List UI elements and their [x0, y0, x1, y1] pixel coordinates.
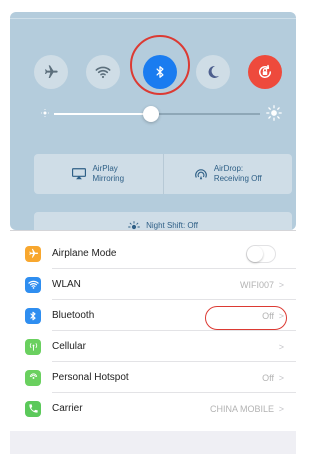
phone-icon — [25, 400, 41, 417]
row-label: Cellular — [52, 341, 86, 352]
airdrop-label: AirDrop: Receiving Off — [214, 164, 262, 184]
airdrop-icon — [195, 169, 207, 180]
chevron-right-icon: > — [278, 372, 284, 383]
settings-row-carrier[interactable]: Carrier CHINA MOBILE > — [10, 393, 296, 424]
cellular-icon — [25, 338, 41, 355]
airdrop-button[interactable]: AirDrop: Receiving Off — [162, 154, 293, 194]
list-footer — [10, 431, 296, 454]
settings-row-wlan[interactable]: WLAN WIFI007 > — [10, 269, 296, 300]
night-shift-button[interactable]: Night Shift: Off — [34, 212, 292, 230]
chevron-right-icon: > — [278, 279, 284, 290]
row-value: Off — [262, 372, 274, 383]
airdrop-line1: AirDrop: — [213, 164, 244, 173]
row-value: CHINA MOBILE — [209, 403, 274, 414]
row-label: Carrier — [52, 403, 83, 414]
brightness-low-icon — [41, 109, 49, 117]
brightness-slider-fill — [54, 113, 151, 115]
airplane-mode-switch[interactable] — [246, 244, 276, 263]
row-label: Bluetooth — [52, 310, 95, 321]
wifi-icon — [25, 276, 41, 293]
settings-row-personal-hotspot[interactable]: Personal Hotspot Off > — [10, 362, 296, 393]
bluetooth-off-highlight-oval — [205, 306, 287, 330]
cc-button-row: AirPlay Mirroring AirDrop: Receiving Off — [34, 154, 292, 194]
row-value: WIFI007 — [239, 279, 274, 290]
bluetooth-icon — [25, 307, 41, 324]
airplay-line1: AirPlay — [92, 164, 118, 173]
control-center: AirPlay Mirroring AirDrop: Receiving Off — [10, 12, 296, 230]
do-not-disturb-toggle[interactable] — [196, 55, 230, 89]
divider — [10, 230, 296, 231]
airplay-button[interactable]: AirPlay Mirroring — [34, 154, 163, 194]
bluetooth-highlight-circle — [130, 35, 190, 95]
chevron-right-icon: > — [278, 403, 284, 414]
airplay-line2: Mirroring — [92, 174, 125, 183]
row-label: Personal Hotspot — [52, 372, 129, 383]
row-label: Airplane Mode — [52, 248, 117, 259]
night-shift-label: Night Shift: Off — [146, 221, 198, 230]
airplay-icon — [72, 168, 87, 180]
settings-row-airplane-mode[interactable]: Airplane Mode — [10, 238, 296, 269]
chevron-right-icon: > — [278, 341, 284, 352]
settings-row-cellular[interactable]: Cellular > — [10, 331, 296, 362]
moon-icon — [208, 65, 219, 78]
settings-list: Airplane Mode WLAN WIFI007 > Bluetooth O… — [10, 230, 296, 454]
rotation-lock-toggle[interactable] — [248, 55, 282, 89]
switch-knob — [247, 245, 263, 262]
brightness-slider-thumb[interactable] — [143, 106, 159, 122]
airplane-mode-toggle[interactable] — [34, 55, 68, 89]
airdrop-line2: Receiving Off — [213, 174, 262, 183]
wifi-toggle[interactable] — [86, 55, 120, 89]
night-shift-icon — [128, 221, 140, 230]
wifi-icon — [95, 66, 111, 79]
row-label: WLAN — [52, 279, 81, 290]
divider — [10, 18, 296, 19]
rotation-lock-icon — [259, 64, 272, 78]
airplay-label: AirPlay Mirroring — [92, 164, 124, 184]
airplane-icon — [45, 65, 58, 78]
hotspot-icon — [25, 369, 41, 386]
brightness-high-icon — [266, 105, 282, 121]
airplane-icon — [25, 245, 41, 262]
